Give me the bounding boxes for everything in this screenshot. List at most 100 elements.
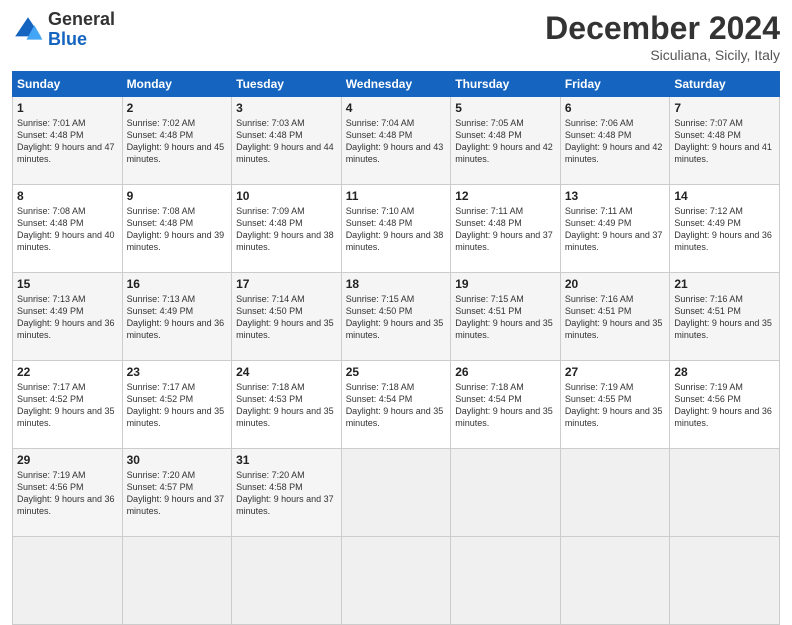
day-number: 30 bbox=[127, 453, 228, 467]
day-number: 1 bbox=[17, 101, 118, 115]
day-info: Sunrise: 7:19 AM Sunset: 4:56 PM Dayligh… bbox=[17, 469, 118, 518]
day-number: 27 bbox=[565, 365, 666, 379]
day-number: 25 bbox=[346, 365, 447, 379]
day-number: 3 bbox=[236, 101, 337, 115]
table-row: 15 Sunrise: 7:13 AM Sunset: 4:49 PM Dayl… bbox=[13, 273, 123, 361]
table-row: 31 Sunrise: 7:20 AM Sunset: 4:58 PM Dayl… bbox=[232, 449, 342, 537]
day-number: 14 bbox=[674, 189, 775, 203]
day-number: 20 bbox=[565, 277, 666, 291]
day-number: 6 bbox=[565, 101, 666, 115]
table-row: 29 Sunrise: 7:19 AM Sunset: 4:56 PM Dayl… bbox=[13, 449, 123, 537]
day-number: 18 bbox=[346, 277, 447, 291]
day-number: 23 bbox=[127, 365, 228, 379]
calendar-row-4: 22 Sunrise: 7:17 AM Sunset: 4:52 PM Dayl… bbox=[13, 361, 780, 449]
day-info: Sunrise: 7:19 AM Sunset: 4:55 PM Dayligh… bbox=[565, 381, 666, 430]
day-number: 12 bbox=[455, 189, 556, 203]
table-row: 1 Sunrise: 7:01 AM Sunset: 4:48 PM Dayli… bbox=[13, 97, 123, 185]
day-info: Sunrise: 7:10 AM Sunset: 4:48 PM Dayligh… bbox=[346, 205, 447, 254]
calendar-table: Sunday Monday Tuesday Wednesday Thursday… bbox=[12, 71, 780, 625]
table-row bbox=[341, 537, 451, 625]
calendar-row-5: 29 Sunrise: 7:19 AM Sunset: 4:56 PM Dayl… bbox=[13, 449, 780, 537]
main-container: General Blue December 2024 Siculiana, Si… bbox=[0, 0, 792, 612]
table-row: 28 Sunrise: 7:19 AM Sunset: 4:56 PM Dayl… bbox=[670, 361, 780, 449]
table-row bbox=[451, 537, 561, 625]
col-thursday: Thursday bbox=[451, 72, 561, 97]
day-info: Sunrise: 7:19 AM Sunset: 4:56 PM Dayligh… bbox=[674, 381, 775, 430]
day-info: Sunrise: 7:17 AM Sunset: 4:52 PM Dayligh… bbox=[127, 381, 228, 430]
location-subtitle: Siculiana, Sicily, Italy bbox=[545, 47, 780, 63]
calendar-row-2: 8 Sunrise: 7:08 AM Sunset: 4:48 PM Dayli… bbox=[13, 185, 780, 273]
col-friday: Friday bbox=[560, 72, 670, 97]
day-info: Sunrise: 7:01 AM Sunset: 4:48 PM Dayligh… bbox=[17, 117, 118, 166]
day-info: Sunrise: 7:08 AM Sunset: 4:48 PM Dayligh… bbox=[127, 205, 228, 254]
day-info: Sunrise: 7:14 AM Sunset: 4:50 PM Dayligh… bbox=[236, 293, 337, 342]
day-number: 26 bbox=[455, 365, 556, 379]
table-row bbox=[122, 537, 232, 625]
day-number: 28 bbox=[674, 365, 775, 379]
logo-text: General Blue bbox=[48, 10, 115, 50]
day-number: 9 bbox=[127, 189, 228, 203]
month-title: December 2024 bbox=[545, 10, 780, 47]
table-row: 27 Sunrise: 7:19 AM Sunset: 4:55 PM Dayl… bbox=[560, 361, 670, 449]
table-row: 30 Sunrise: 7:20 AM Sunset: 4:57 PM Dayl… bbox=[122, 449, 232, 537]
day-number: 11 bbox=[346, 189, 447, 203]
day-number: 24 bbox=[236, 365, 337, 379]
table-row: 17 Sunrise: 7:14 AM Sunset: 4:50 PM Dayl… bbox=[232, 273, 342, 361]
day-number: 5 bbox=[455, 101, 556, 115]
table-row: 12 Sunrise: 7:11 AM Sunset: 4:48 PM Dayl… bbox=[451, 185, 561, 273]
table-row: 22 Sunrise: 7:17 AM Sunset: 4:52 PM Dayl… bbox=[13, 361, 123, 449]
day-info: Sunrise: 7:18 AM Sunset: 4:54 PM Dayligh… bbox=[455, 381, 556, 430]
day-number: 21 bbox=[674, 277, 775, 291]
table-row: 19 Sunrise: 7:15 AM Sunset: 4:51 PM Dayl… bbox=[451, 273, 561, 361]
table-row: 13 Sunrise: 7:11 AM Sunset: 4:49 PM Dayl… bbox=[560, 185, 670, 273]
day-number: 4 bbox=[346, 101, 447, 115]
table-row: 14 Sunrise: 7:12 AM Sunset: 4:49 PM Dayl… bbox=[670, 185, 780, 273]
table-row bbox=[670, 449, 780, 537]
day-info: Sunrise: 7:11 AM Sunset: 4:49 PM Dayligh… bbox=[565, 205, 666, 254]
day-info: Sunrise: 7:16 AM Sunset: 4:51 PM Dayligh… bbox=[565, 293, 666, 342]
table-row: 18 Sunrise: 7:15 AM Sunset: 4:50 PM Dayl… bbox=[341, 273, 451, 361]
table-row bbox=[560, 449, 670, 537]
table-row bbox=[670, 537, 780, 625]
day-info: Sunrise: 7:07 AM Sunset: 4:48 PM Dayligh… bbox=[674, 117, 775, 166]
logo-icon bbox=[12, 14, 44, 46]
day-number: 13 bbox=[565, 189, 666, 203]
day-info: Sunrise: 7:04 AM Sunset: 4:48 PM Dayligh… bbox=[346, 117, 447, 166]
day-info: Sunrise: 7:20 AM Sunset: 4:57 PM Dayligh… bbox=[127, 469, 228, 518]
table-row: 9 Sunrise: 7:08 AM Sunset: 4:48 PM Dayli… bbox=[122, 185, 232, 273]
day-info: Sunrise: 7:17 AM Sunset: 4:52 PM Dayligh… bbox=[17, 381, 118, 430]
table-row: 11 Sunrise: 7:10 AM Sunset: 4:48 PM Dayl… bbox=[341, 185, 451, 273]
day-number: 10 bbox=[236, 189, 337, 203]
day-info: Sunrise: 7:20 AM Sunset: 4:58 PM Dayligh… bbox=[236, 469, 337, 518]
table-row: 16 Sunrise: 7:13 AM Sunset: 4:49 PM Dayl… bbox=[122, 273, 232, 361]
calendar-row-1: 1 Sunrise: 7:01 AM Sunset: 4:48 PM Dayli… bbox=[13, 97, 780, 185]
table-row: 3 Sunrise: 7:03 AM Sunset: 4:48 PM Dayli… bbox=[232, 97, 342, 185]
table-row bbox=[13, 537, 123, 625]
day-info: Sunrise: 7:05 AM Sunset: 4:48 PM Dayligh… bbox=[455, 117, 556, 166]
day-number: 29 bbox=[17, 453, 118, 467]
col-sunday: Sunday bbox=[13, 72, 123, 97]
day-number: 19 bbox=[455, 277, 556, 291]
day-info: Sunrise: 7:12 AM Sunset: 4:49 PM Dayligh… bbox=[674, 205, 775, 254]
table-row: 21 Sunrise: 7:16 AM Sunset: 4:51 PM Dayl… bbox=[670, 273, 780, 361]
col-wednesday: Wednesday bbox=[341, 72, 451, 97]
table-row: 8 Sunrise: 7:08 AM Sunset: 4:48 PM Dayli… bbox=[13, 185, 123, 273]
table-row: 26 Sunrise: 7:18 AM Sunset: 4:54 PM Dayl… bbox=[451, 361, 561, 449]
col-saturday: Saturday bbox=[670, 72, 780, 97]
logo: General Blue bbox=[12, 10, 115, 50]
day-info: Sunrise: 7:02 AM Sunset: 4:48 PM Dayligh… bbox=[127, 117, 228, 166]
table-row: 25 Sunrise: 7:18 AM Sunset: 4:54 PM Dayl… bbox=[341, 361, 451, 449]
logo-blue: Blue bbox=[48, 30, 115, 50]
day-info: Sunrise: 7:18 AM Sunset: 4:53 PM Dayligh… bbox=[236, 381, 337, 430]
day-number: 16 bbox=[127, 277, 228, 291]
day-number: 22 bbox=[17, 365, 118, 379]
day-number: 15 bbox=[17, 277, 118, 291]
table-row bbox=[560, 537, 670, 625]
day-info: Sunrise: 7:16 AM Sunset: 4:51 PM Dayligh… bbox=[674, 293, 775, 342]
day-number: 2 bbox=[127, 101, 228, 115]
day-info: Sunrise: 7:18 AM Sunset: 4:54 PM Dayligh… bbox=[346, 381, 447, 430]
day-info: Sunrise: 7:13 AM Sunset: 4:49 PM Dayligh… bbox=[17, 293, 118, 342]
day-info: Sunrise: 7:09 AM Sunset: 4:48 PM Dayligh… bbox=[236, 205, 337, 254]
day-info: Sunrise: 7:15 AM Sunset: 4:50 PM Dayligh… bbox=[346, 293, 447, 342]
calendar-row-3: 15 Sunrise: 7:13 AM Sunset: 4:49 PM Dayl… bbox=[13, 273, 780, 361]
